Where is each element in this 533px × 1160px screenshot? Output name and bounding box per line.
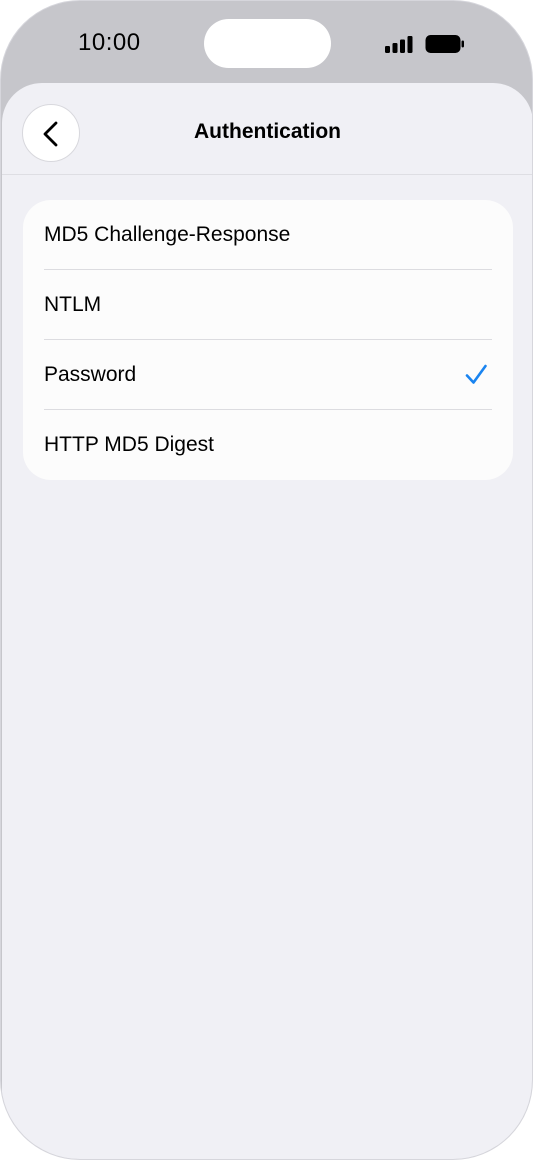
phone-frame: 10:00 Authentication MD5 Challenge-Respo… — [0, 0, 533, 1160]
checkmark-icon — [465, 364, 487, 384]
navigation-bar: Authentication — [2, 83, 532, 175]
status-time: 10:00 — [78, 29, 141, 56]
cellular-signal-icon — [385, 36, 413, 53]
settings-screen: Authentication MD5 Challenge-Response NT… — [2, 83, 532, 1159]
option-md5-challenge-response[interactable]: MD5 Challenge-Response — [23, 200, 513, 270]
option-label: MD5 Challenge-Response — [44, 223, 291, 246]
dynamic-island — [204, 19, 331, 68]
option-label: Password — [44, 363, 137, 386]
option-http-md5-digest[interactable]: HTTP MD5 Digest — [23, 410, 513, 480]
authentication-options-list: MD5 Challenge-Response NTLM Password HTT… — [23, 200, 513, 480]
option-password[interactable]: Password — [23, 340, 513, 410]
option-label: HTTP MD5 Digest — [44, 433, 214, 456]
page-title: Authentication — [194, 120, 341, 143]
option-ntlm[interactable]: NTLM — [23, 270, 513, 340]
battery-full-icon — [425, 35, 464, 53]
status-bar: 10:00 — [1, 1, 532, 87]
option-label: NTLM — [44, 293, 102, 316]
